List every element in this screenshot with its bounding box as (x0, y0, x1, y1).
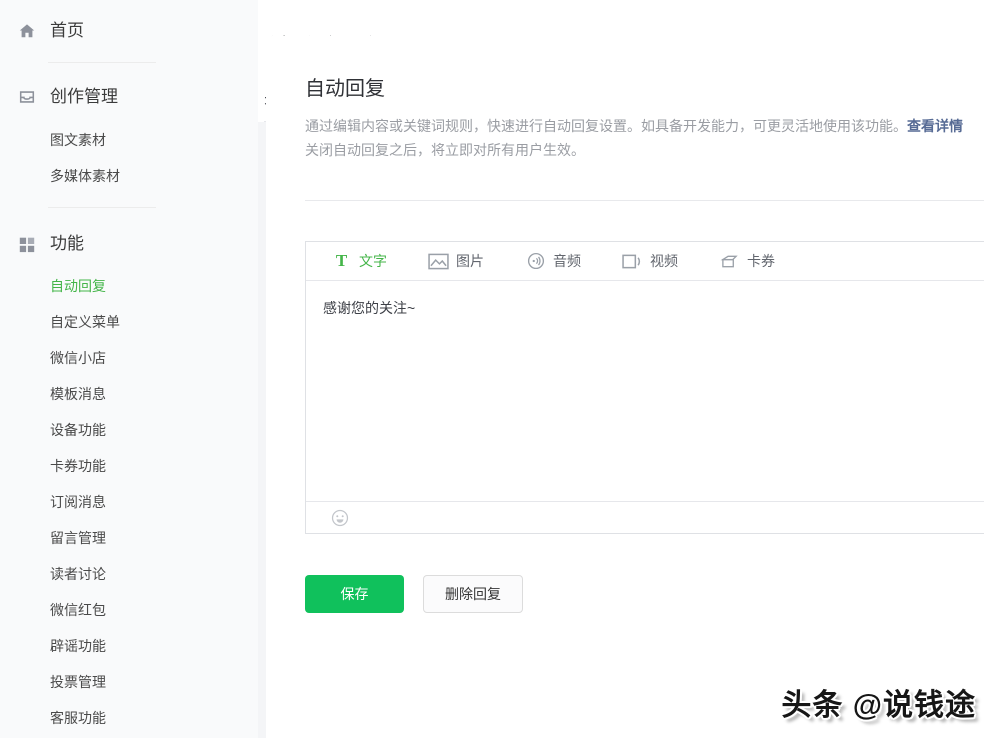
sidebar-item-creation[interactable]: 创作管理 (0, 79, 258, 115)
image-icon (428, 252, 449, 270)
reply-text-content[interactable]: 感谢您的关注~ (306, 281, 984, 501)
editor-tab-image[interactable]: 图片 (428, 251, 484, 271)
editor-tab-video[interactable]: 视频 (622, 251, 678, 271)
sidebar-item-reader-discussion[interactable]: 读者讨论 (0, 556, 258, 592)
sidebar-divider (48, 207, 156, 208)
editor-tab-audio[interactable]: 音频 (525, 251, 581, 271)
action-buttons: 保存 删除回复 (305, 575, 984, 613)
sidebar-item-image-text-material[interactable]: 图文素材 (0, 122, 258, 158)
sidebar-item-coupon-feature[interactable]: 卡券功能 (0, 448, 258, 484)
editor-tab-label: 卡券 (747, 251, 775, 271)
sidebar-item-template-message[interactable]: 模板消息 (0, 376, 258, 412)
grid-icon (18, 235, 36, 253)
editor-tab-coupon[interactable]: 卡券 (719, 251, 775, 271)
video-icon (622, 252, 643, 270)
coupon-icon (719, 252, 740, 270)
editor-footer (306, 501, 984, 533)
sidebar-item-wechat-store[interactable]: 微信小店 (0, 340, 258, 376)
view-details-link[interactable]: 查看详情 (907, 118, 963, 134)
section-description: 通过编辑内容或关键词规则，快速进行自动回复设置。如具备开发能力，可更灵活地使用该… (305, 114, 984, 162)
sidebar-item-features[interactable]: 功能 (0, 226, 258, 262)
sidebar-item-label: 功能 (50, 226, 84, 262)
sidebar-item-custom-menu[interactable]: 自定义菜单 (0, 304, 258, 340)
sidebar-item-device-feature[interactable]: 设备功能 (0, 412, 258, 448)
section-divider (305, 200, 984, 201)
sidebar-item-multimedia-material[interactable]: 多媒体素材 (0, 158, 258, 194)
inbox-icon (18, 88, 36, 106)
sidebar-item-red-packet[interactable]: 微信红包 (0, 592, 258, 628)
main-content: 被关注回复 关键词回复 收到消息回复 被关注回复 自动回复 通过编辑内容或关键词… (258, 0, 984, 738)
description-line2: 关闭自动回复之后，将立即对所有用户生效。 (305, 142, 585, 158)
save-button[interactable]: 保存 (305, 575, 404, 613)
wechat-mp-admin-page: 首页 创作管理 图文素材 多媒体素材 功能 自动回复 自定义菜单 微信小店 模板… (0, 0, 984, 738)
sidebar-item-rumor-refute[interactable]: 辟谣功能 (0, 628, 258, 664)
section-title: 自动回复 (305, 72, 984, 101)
sidebar-item-subscribe-message[interactable]: 订阅消息 (0, 484, 258, 520)
sidebar-item-auto-reply[interactable]: 自动回复 (0, 268, 258, 304)
editor-tab-text[interactable]: T 文字 (331, 251, 387, 271)
sidebar-item-comment-management[interactable]: 留言管理 (0, 520, 258, 556)
emoji-icon[interactable] (331, 509, 349, 527)
editor-tab-label: 图片 (456, 251, 484, 271)
sidebar-item-label: 首页 (50, 13, 84, 49)
editor-tab-label: 文字 (359, 251, 387, 271)
editor-tab-label: 视频 (650, 251, 678, 271)
sidebar-item-label: 创作管理 (50, 79, 118, 115)
editor-tab-label: 音频 (553, 251, 581, 271)
sidebar: 首页 创作管理 图文素材 多媒体素材 功能 自动回复 自定义菜单 微信小店 模板… (0, 0, 258, 738)
audio-icon (525, 252, 546, 270)
home-icon (18, 22, 36, 40)
sidebar-divider (48, 62, 156, 63)
sidebar-item-home[interactable]: 首页 (0, 13, 258, 49)
reply-editor: T 文字 图片 音频 (305, 241, 984, 534)
sidebar-item-vote-management[interactable]: 投票管理 (0, 664, 258, 700)
delete-reply-button[interactable]: 删除回复 (423, 575, 523, 613)
text-icon: T (331, 252, 352, 270)
sidebar-item-customer-service[interactable]: 客服功能 (0, 700, 258, 736)
description-text: 通过编辑内容或关键词规则，快速进行自动回复设置。如具备开发能力，可更灵活地使用该… (305, 118, 907, 134)
auto-reply-card: 自动回复 通过编辑内容或关键词规则，快速进行自动回复设置。如具备开发能力，可更灵… (266, 36, 984, 738)
editor-tab-bar: T 文字 图片 音频 (306, 242, 984, 281)
